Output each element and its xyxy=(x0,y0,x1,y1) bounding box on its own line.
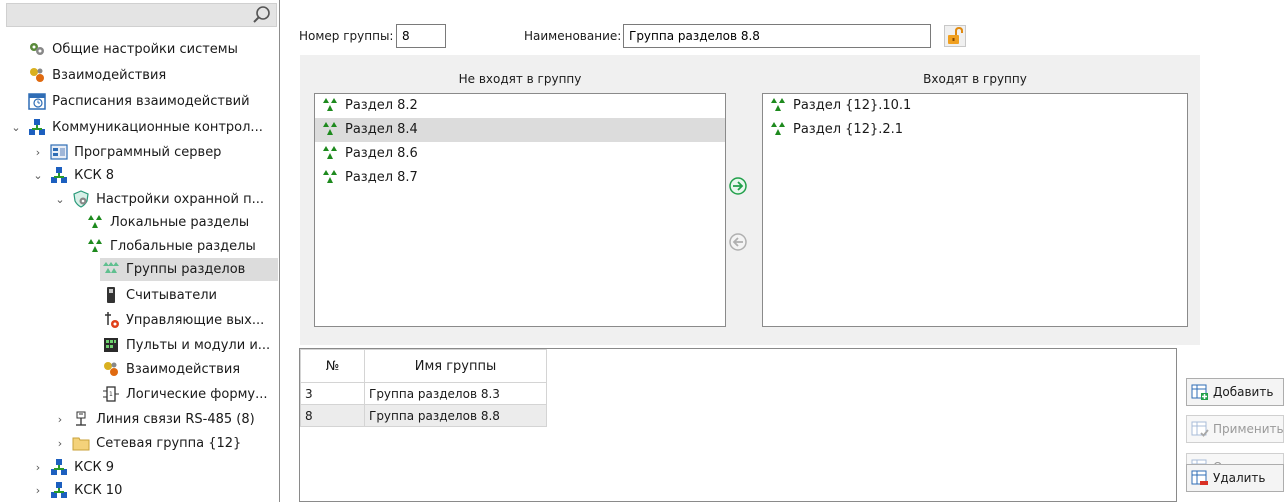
unlocked-padlock-icon xyxy=(948,26,963,44)
list-item[interactable]: Раздел 8.6 xyxy=(315,142,725,166)
rs485-line-icon xyxy=(76,411,87,426)
server-icon xyxy=(50,143,68,160)
network-icon xyxy=(51,481,68,498)
network-icon xyxy=(51,166,68,183)
partition-icon xyxy=(771,97,785,111)
chevron-down-icon[interactable]: ⌄ xyxy=(8,116,24,139)
partition-icon xyxy=(323,121,337,135)
tree-item-comm-controllers[interactable]: ⌄ Коммуникационные контрол... xyxy=(8,116,278,139)
group-membership-panel: Не входят в группу Входят в группу Разде… xyxy=(300,55,1200,345)
list-item[interactable]: Раздел 8.4 xyxy=(315,118,725,142)
name-field[interactable] xyxy=(623,24,931,48)
in-group-list[interactable]: Раздел {12}.10.1 Раздел {12}.2.1 xyxy=(762,93,1188,327)
chevron-right-icon[interactable]: › xyxy=(52,408,68,431)
partition-icon xyxy=(323,145,337,159)
security-settings-icon xyxy=(73,189,89,208)
consoles-icon xyxy=(104,337,118,352)
tree-item-interactions[interactable]: Взаимодействия xyxy=(8,64,278,87)
partition-icon xyxy=(88,238,102,252)
svg-text:1: 1 xyxy=(109,391,113,398)
partition-icon xyxy=(323,169,337,183)
group-number-field[interactable] xyxy=(396,24,446,48)
delete-table-icon xyxy=(1191,470,1208,485)
cell-group-name: Группа разделов 8.8 xyxy=(364,404,547,427)
logic-formula-icon: 1 xyxy=(103,385,119,402)
tree-item-security-settings[interactable]: ⌄ Настройки охранной п... xyxy=(52,188,278,211)
add-button[interactable]: Добавить xyxy=(1186,378,1284,406)
table-row[interactable]: 3 Группа разделов 8.3 xyxy=(300,382,547,405)
add-table-icon xyxy=(1191,384,1208,400)
interactions-icon xyxy=(104,361,118,376)
tree-item-ksk-8[interactable]: ⌄ КСК 8 xyxy=(30,164,278,187)
tree-item-ksk-10[interactable]: › КСК 10 xyxy=(30,479,278,502)
navigation-tree: Общие настройки системы Взаимодействия Р… xyxy=(0,0,280,502)
tree-item-local-partitions[interactable]: Локальные разделы xyxy=(86,211,278,234)
tree-item-software-server[interactable]: › Программный сервер xyxy=(30,141,278,164)
not-in-group-header: Не входят в группу xyxy=(458,72,582,86)
settings-gears-icon xyxy=(30,42,45,55)
partition-icon xyxy=(771,121,785,135)
list-item[interactable]: Раздел {12}.2.1 xyxy=(763,118,1187,142)
chevron-right-icon[interactable]: › xyxy=(30,141,46,164)
groups-table: № Имя группы 3 Группа разделов 8.3 8 Гру… xyxy=(300,349,547,427)
chevron-down-icon[interactable]: ⌄ xyxy=(30,164,46,187)
remove-from-group-arrow-icon[interactable] xyxy=(728,232,748,252)
interactions-icon xyxy=(30,67,45,82)
tree-item-network-group[interactable]: › Сетевая группа {12} xyxy=(52,432,278,455)
list-item[interactable]: Раздел 8.7 xyxy=(315,166,725,190)
tree-search-box[interactable] xyxy=(6,3,277,27)
chevron-right-icon[interactable]: › xyxy=(52,432,68,455)
outputs-icon xyxy=(105,311,119,328)
tree-item-schedules[interactable]: Расписания взаимодействий xyxy=(8,90,278,113)
lock-button[interactable] xyxy=(944,25,966,47)
tree-item-interactions-2[interactable]: Взаимодействия xyxy=(100,358,278,381)
cell-group-name: Группа разделов 8.3 xyxy=(364,382,547,405)
tree-item-logic-formulas[interactable]: 1 Логические форму... xyxy=(100,383,278,406)
cell-number: 3 xyxy=(300,382,365,405)
list-item[interactable]: Раздел 8.2 xyxy=(315,94,725,118)
chevron-right-icon[interactable]: › xyxy=(30,456,46,479)
cell-number: 8 xyxy=(300,404,365,427)
column-header-number[interactable]: № xyxy=(300,349,365,383)
table-row[interactable]: 8 Группа разделов 8.8 xyxy=(300,404,547,427)
chevron-right-icon[interactable]: › xyxy=(30,479,46,502)
network-icon xyxy=(51,458,68,475)
column-header-group-name[interactable]: Имя группы xyxy=(364,349,547,383)
partition-icon xyxy=(88,214,102,228)
schedule-icon xyxy=(28,92,46,110)
chevron-down-icon[interactable]: ⌄ xyxy=(52,188,68,211)
reader-icon xyxy=(107,286,115,303)
tree-item-partition-groups[interactable]: Группы разделов xyxy=(100,258,278,281)
apply-table-icon xyxy=(1191,421,1209,437)
not-in-group-list[interactable]: Раздел 8.2 Раздел 8.4 Раздел 8.6 Раздел … xyxy=(314,93,726,327)
in-group-header: Входят в группу xyxy=(923,72,1027,86)
partition-groups-icon xyxy=(103,261,119,273)
groups-table-area: № Имя группы 3 Группа разделов 8.3 8 Гру… xyxy=(299,348,1177,502)
name-label: Наименование: xyxy=(524,29,622,43)
list-item[interactable]: Раздел {12}.10.1 xyxy=(763,94,1187,118)
tree-item-rs485-line[interactable]: › Линия связи RS-485 (8) xyxy=(52,408,278,431)
partition-icon xyxy=(323,97,337,111)
apply-button[interactable]: Применить xyxy=(1186,415,1284,443)
group-number-label: Номер группы: xyxy=(299,29,394,43)
tree-item-global-partitions[interactable]: Глобальные разделы xyxy=(86,235,278,258)
network-icon xyxy=(29,118,46,135)
tree-item-control-outputs[interactable]: Управляющие вых... xyxy=(100,309,278,332)
tree-item-consoles-modules[interactable]: Пульты и модули и... xyxy=(100,334,278,357)
delete-button[interactable]: Удалить xyxy=(1186,464,1284,492)
folder-icon xyxy=(72,437,90,450)
tree-item-general-settings[interactable]: Общие настройки системы xyxy=(8,38,278,61)
add-to-group-arrow-icon[interactable] xyxy=(728,176,748,196)
search-icon[interactable] xyxy=(252,5,272,25)
tree-item-ksk-9[interactable]: › КСК 9 xyxy=(30,456,278,479)
tree-item-readers[interactable]: Считыватели xyxy=(100,284,278,307)
